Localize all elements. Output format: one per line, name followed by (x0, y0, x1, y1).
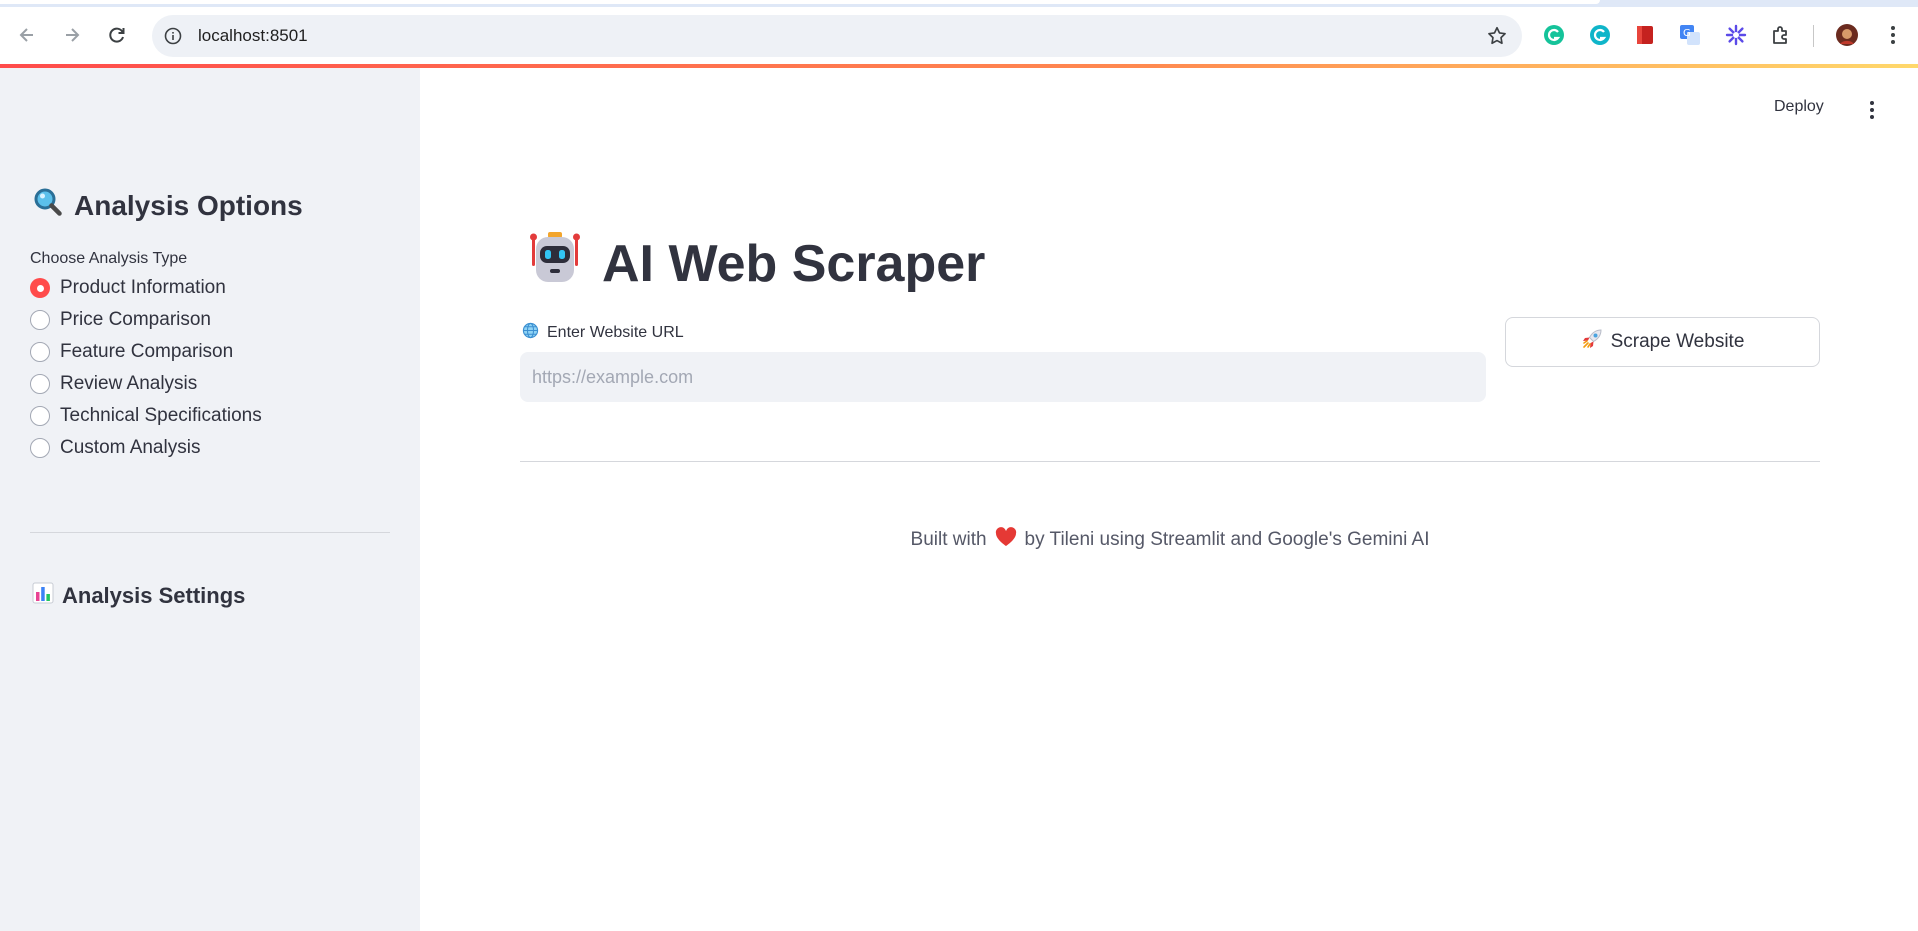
website-url-input[interactable] (520, 352, 1486, 402)
snowflake-extension-icon[interactable] (1724, 23, 1748, 47)
radio-button-selected[interactable] (30, 278, 50, 298)
site-info-icon[interactable] (162, 25, 184, 47)
radio-label: Technical Specifications (60, 405, 262, 426)
toolbar-separator (1813, 25, 1814, 47)
rocket-icon (1581, 328, 1603, 356)
forward-arrow-icon[interactable] (57, 20, 87, 50)
sidebar: Analysis Options Choose Analysis Type Pr… (0, 68, 420, 931)
grammarly-icon[interactable] (1542, 23, 1566, 47)
url-text[interactable]: localhost:8501 (198, 26, 308, 46)
radio-label: Custom Analysis (60, 437, 201, 458)
content-divider (520, 461, 1820, 462)
radio-label: Product Information (60, 277, 226, 298)
radio-button[interactable] (30, 342, 50, 362)
page-title-text: AI Web Scraper (602, 234, 986, 293)
globe-icon (522, 322, 539, 344)
sidebar-title: Analysis Options (32, 186, 303, 225)
browser-toolbar: localhost:8501 G (0, 0, 1918, 66)
sidebar-divider (30, 532, 390, 533)
footer-suffix: by Tileni using Streamlit and Google's G… (1024, 529, 1430, 550)
radio-label: Price Comparison (60, 309, 211, 330)
sidebar-title-text: Analysis Options (74, 189, 303, 221)
google-translate-icon[interactable]: G (1678, 23, 1702, 47)
radio-label: Review Analysis (60, 373, 198, 394)
radio-technical-specifications[interactable]: Technical Specifications (30, 400, 262, 432)
browser-menu-icon[interactable] (1881, 23, 1905, 47)
radio-label: Feature Comparison (60, 341, 234, 362)
deploy-button[interactable]: Deploy (1774, 98, 1824, 116)
grammarly-go-icon[interactable] (1588, 23, 1612, 47)
radio-button[interactable] (30, 406, 50, 426)
radio-button[interactable] (30, 438, 50, 458)
analysis-type-radio-group: Product Information Price Comparison Fea… (30, 272, 262, 464)
page-title: AI Web Scraper (526, 228, 985, 299)
url-input-label: Enter Website URL (522, 322, 684, 344)
extensions-puzzle-icon[interactable] (1769, 23, 1793, 47)
footer: Built with by Tileni using Streamlit and… (520, 527, 1820, 553)
radio-price-comparison[interactable]: Price Comparison (30, 304, 262, 336)
scrape-button-label: Scrape Website (1610, 331, 1745, 352)
robot-icon (526, 228, 584, 299)
bookmark-star-icon[interactable] (1486, 25, 1508, 52)
footer-prefix: Built with (910, 529, 987, 550)
radio-feature-comparison[interactable]: Feature Comparison (30, 336, 262, 368)
radio-product-information[interactable]: Product Information (30, 272, 262, 304)
app-menu-icon[interactable] (1862, 97, 1882, 123)
analysis-settings-heading: Analysis Settings (32, 582, 245, 610)
url-label-text: Enter Website URL (547, 324, 684, 341)
bar-chart-icon (32, 582, 54, 610)
address-bar[interactable]: localhost:8501 (152, 15, 1522, 57)
radio-button[interactable] (30, 374, 50, 394)
tab-strip (0, 0, 1918, 7)
magnifier-icon (32, 186, 64, 225)
analysis-type-label: Choose Analysis Type (30, 250, 188, 267)
radio-review-analysis[interactable]: Review Analysis (30, 368, 262, 400)
scrape-website-button[interactable]: Scrape Website (1505, 317, 1820, 367)
svg-text:G: G (1683, 28, 1691, 39)
analysis-settings-text: Analysis Settings (62, 583, 246, 608)
reload-icon[interactable] (102, 20, 132, 50)
heart-icon (995, 527, 1017, 553)
radio-custom-analysis[interactable]: Custom Analysis (30, 432, 262, 464)
back-arrow-icon[interactable] (12, 20, 42, 50)
profile-avatar-icon[interactable] (1835, 23, 1859, 47)
radio-button[interactable] (30, 310, 50, 330)
bookmark-extension-icon[interactable] (1633, 23, 1657, 47)
